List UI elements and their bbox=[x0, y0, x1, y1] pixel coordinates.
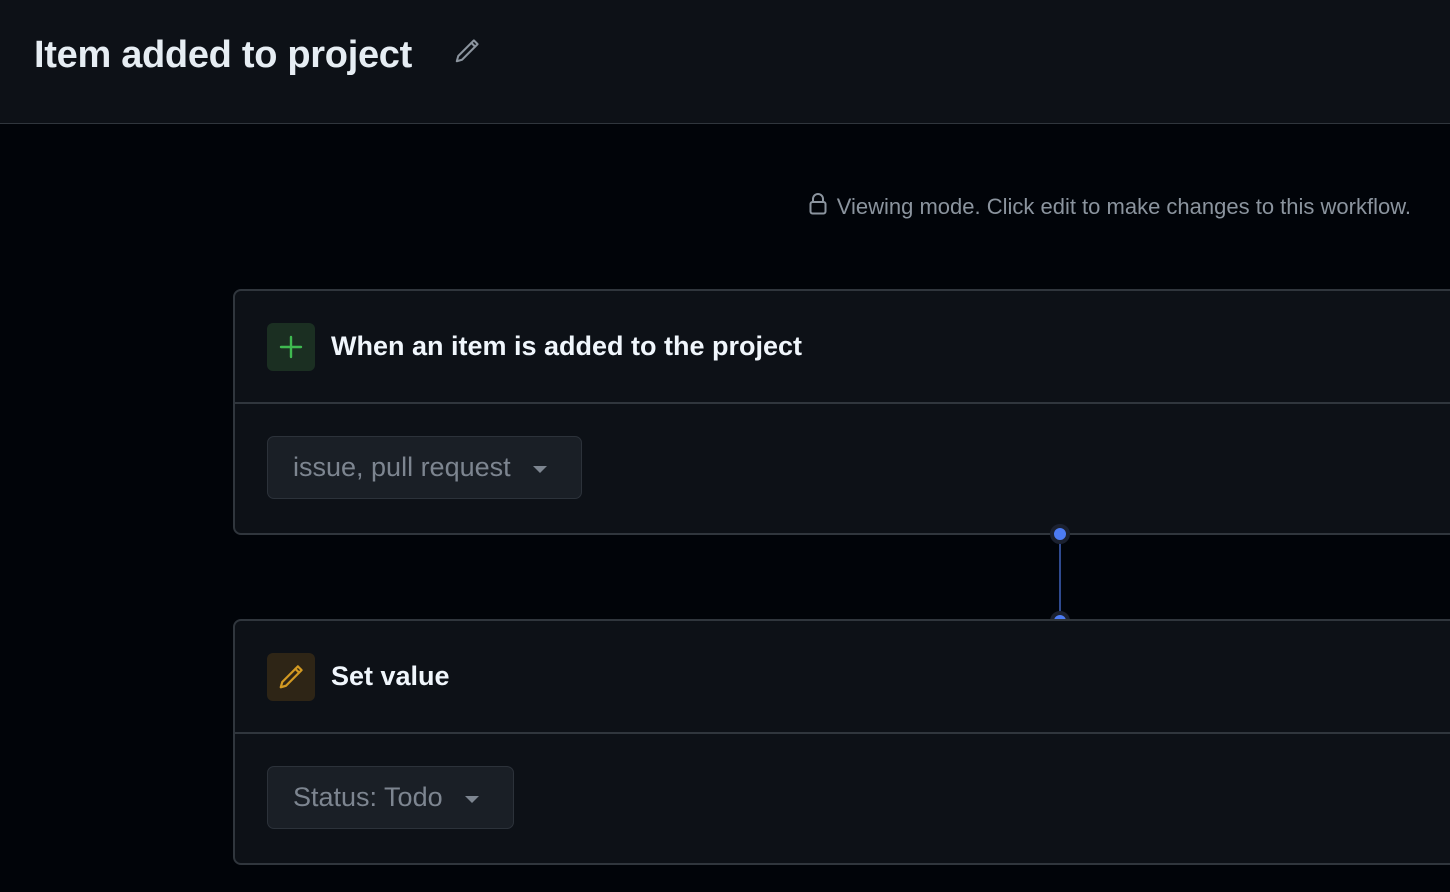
action-title: Set value bbox=[331, 661, 450, 691]
lock-icon bbox=[808, 192, 828, 222]
trigger-title: When an item is added to the project bbox=[331, 331, 803, 361]
caret-down-icon bbox=[532, 465, 547, 473]
plus-icon bbox=[267, 322, 315, 371]
connector-node-top bbox=[1050, 524, 1070, 544]
viewing-mode-text: Viewing mode. Click edit to make changes… bbox=[836, 194, 1411, 219]
item-type-select[interactable]: issue, pull request bbox=[267, 436, 582, 499]
pencil-icon bbox=[452, 36, 482, 71]
status-value: Status: Todo bbox=[293, 782, 443, 812]
caret-down-icon bbox=[464, 795, 479, 803]
item-type-value: issue, pull request bbox=[293, 452, 511, 482]
edit-title-button[interactable] bbox=[450, 36, 484, 70]
viewing-mode-notice: Viewing mode. Click edit to make changes… bbox=[808, 192, 1411, 222]
page-title: Item added to project bbox=[34, 34, 412, 76]
workflow-header: Item added to project bbox=[0, 0, 1450, 124]
trigger-card-header: When an item is added to the project bbox=[235, 291, 1450, 404]
pencil-icon bbox=[267, 652, 315, 701]
status-select[interactable]: Status: Todo bbox=[267, 766, 514, 829]
action-card: Set value Status: Todo bbox=[233, 619, 1450, 865]
trigger-card: When an item is added to the project iss… bbox=[233, 289, 1450, 535]
workflow-connector bbox=[1059, 540, 1061, 616]
action-card-header: Set value bbox=[235, 621, 1450, 734]
